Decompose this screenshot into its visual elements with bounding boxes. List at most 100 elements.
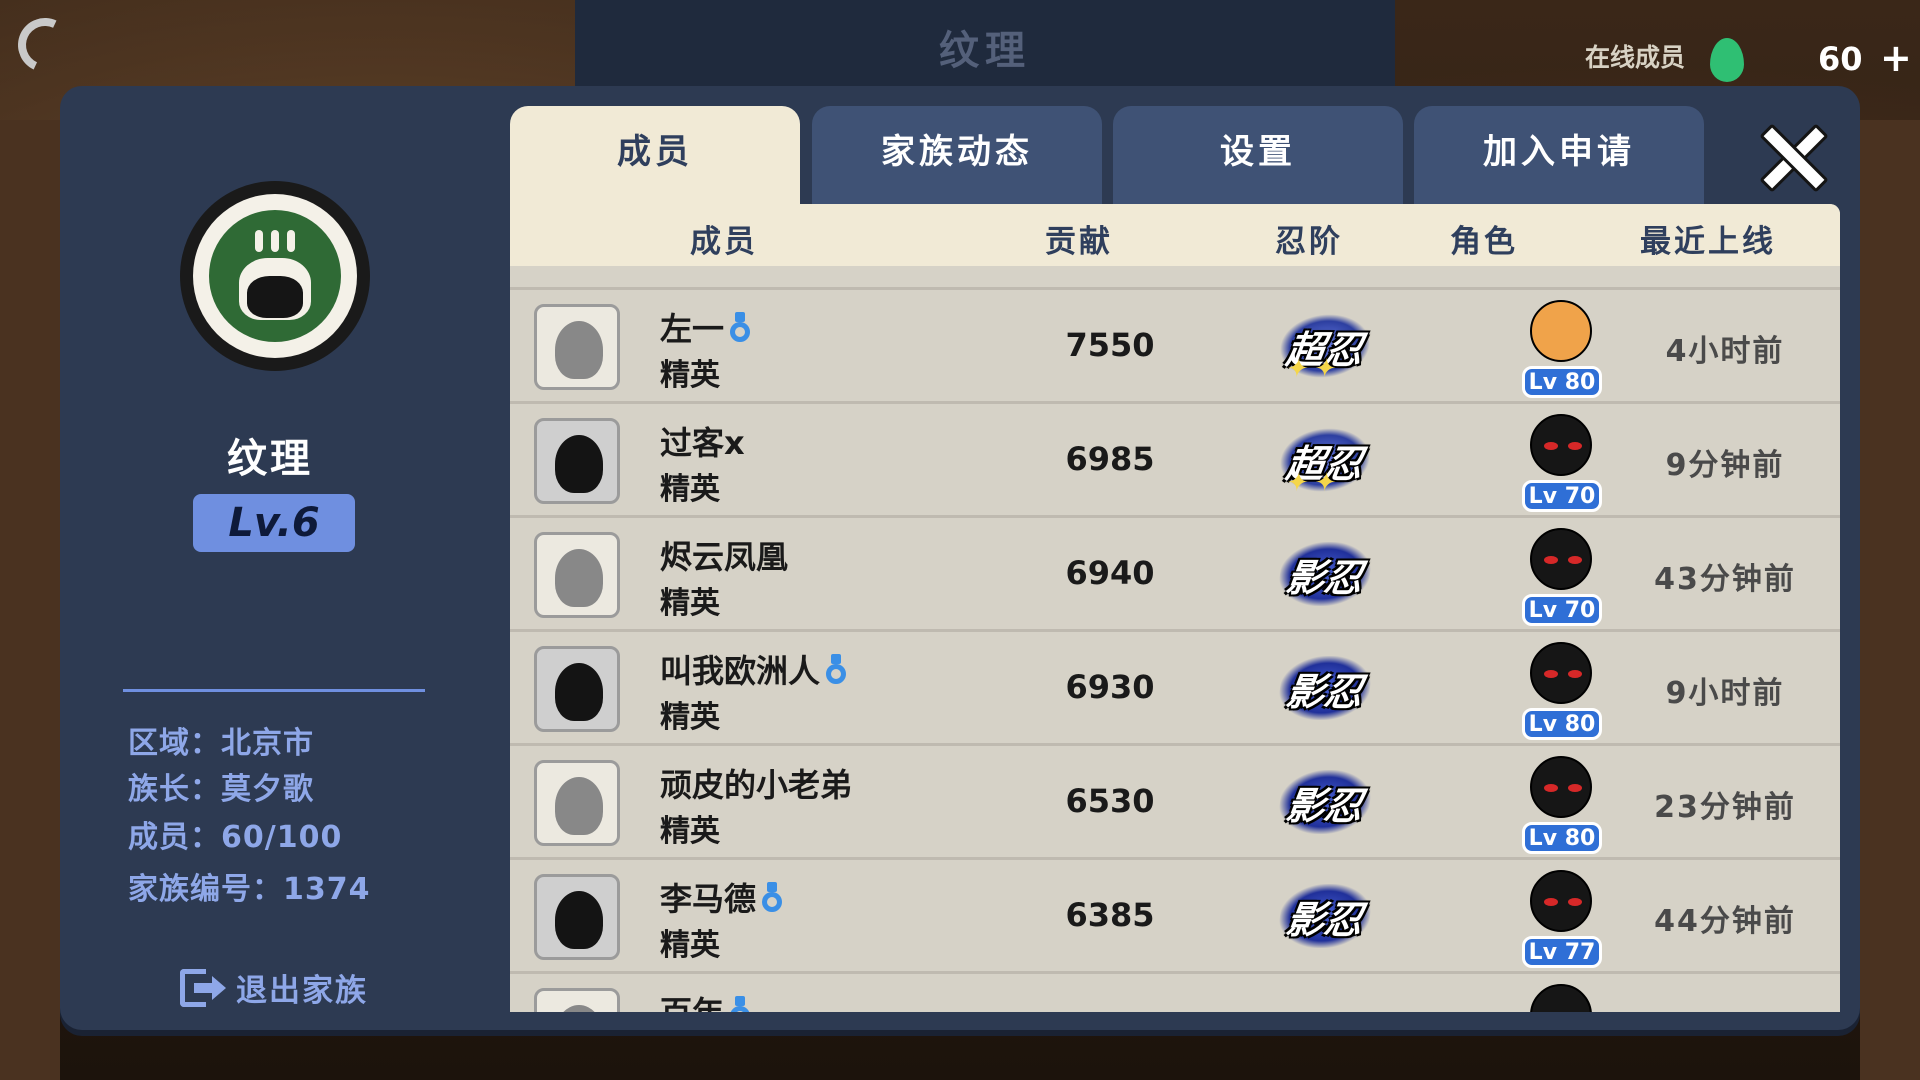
member-name: 烬云凤凰 xyxy=(660,538,789,576)
clan-level-badge: Lv.6 xyxy=(193,494,355,552)
ninja-rank-badge: 超忍 xyxy=(1275,314,1375,378)
header-role: 角色 xyxy=(1450,224,1518,260)
exit-icon xyxy=(180,968,226,1007)
member-last-online: 23分钟前 xyxy=(1654,790,1796,825)
member-name: 李马德 xyxy=(660,880,757,918)
member-name-cell: 李马德 xyxy=(660,874,783,920)
member-name: 顽皮的小老弟 xyxy=(660,766,853,804)
table-row[interactable]: 顽皮的小老弟 精英 6530 影忍 Lv 80 23分钟前 xyxy=(510,746,1840,860)
tab-settings[interactable]: 设置 xyxy=(1113,106,1403,206)
role-level-badge: Lv 70 xyxy=(1522,594,1602,626)
male-icon xyxy=(762,882,783,912)
ninja-rank-badge: 影忍 xyxy=(1275,770,1375,834)
member-avatar[interactable] xyxy=(534,988,620,1012)
background-pillar xyxy=(1860,120,1920,1080)
role-portrait: Lv 77 xyxy=(1522,866,1602,970)
member-avatar[interactable] xyxy=(534,418,620,504)
member-rank: 精英 xyxy=(660,700,720,735)
table-row[interactable]: 叫我欧洲人精英 6930 影忍 Lv 80 9小时前 xyxy=(510,632,1840,746)
tab-join-requests[interactable]: 加入申请 xyxy=(1414,106,1704,206)
role-portrait: Lv 80 xyxy=(1522,638,1602,742)
role-portrait: Lv 80 xyxy=(1522,296,1602,400)
member-last-online: 43分钟前 xyxy=(1654,562,1796,597)
member-avatar[interactable] xyxy=(534,532,620,618)
ninja-head-icon xyxy=(1530,528,1592,590)
ninja-rank-badge: 超忍 xyxy=(1275,428,1375,492)
member-contribution: 6940 xyxy=(1065,554,1155,592)
member-avatar[interactable] xyxy=(534,874,620,960)
tab-clan-activity[interactable]: 家族动态 xyxy=(812,106,1102,206)
member-name: 百年 xyxy=(660,988,724,1012)
member-name: 左一 xyxy=(660,310,725,348)
table-row[interactable]: 烬云凤凰精英 6940 影忍 Lv 70 43分钟前 xyxy=(510,518,1840,632)
member-table[interactable]: 成员 贡献 忍阶 角色 最近上线 左一精英 7550 超忍 Lv 80 4小时前过客x 精… xyxy=(510,204,1840,1012)
header-last-online: 最近上线 xyxy=(1640,224,1776,260)
member-count: 60 xyxy=(1818,40,1863,78)
ninja-rank-badge: 影忍 xyxy=(1275,656,1375,720)
tab-members[interactable]: 成员 xyxy=(510,106,800,206)
role-portrait: Lv 70 xyxy=(1522,410,1602,514)
background-title: 纹理 xyxy=(939,28,1031,74)
ninja-head-icon xyxy=(1530,642,1592,704)
role-portrait: Lv 80 xyxy=(1522,752,1602,856)
ninja-rank-badge: 影忍 xyxy=(1275,542,1375,606)
member-rank: 精英 xyxy=(660,472,720,507)
onigiri-icon xyxy=(209,210,341,342)
role-portrait xyxy=(1522,980,1602,1012)
online-members-label: 在线成员 xyxy=(1585,43,1686,72)
male-icon xyxy=(730,996,751,1012)
table-row[interactable]: 过客x 精英 6985 超忍 Lv 70 9分钟前 xyxy=(510,404,1840,518)
table-row[interactable]: 李马德 精英 6385 影忍 Lv 77 44分钟前 xyxy=(510,860,1840,974)
member-name-cell: 过客x xyxy=(660,418,745,464)
background-pillar xyxy=(0,120,60,1080)
role-portrait: Lv 70 xyxy=(1522,524,1602,628)
member-avatar[interactable] xyxy=(534,760,620,846)
table-header: 成员 贡献 忍阶 角色 最近上线 xyxy=(510,204,1840,266)
clan-id: 家族编号：1374 xyxy=(128,872,371,907)
online-indicator-icon xyxy=(1710,38,1744,82)
member-avatar[interactable] xyxy=(534,304,620,390)
member-name-cell: 叫我欧洲人 xyxy=(660,646,847,692)
member-rank: 精英 xyxy=(660,814,720,849)
member-contribution: 6530 xyxy=(1065,782,1155,820)
add-icon[interactable]: + xyxy=(1880,36,1912,80)
ninja-rank-badge: 影忍 xyxy=(1275,884,1375,948)
member-contribution: 6385 xyxy=(1065,896,1155,934)
male-icon xyxy=(730,312,751,342)
clan-member-count: 成员：60/100 xyxy=(128,820,343,855)
role-level-badge: Lv 80 xyxy=(1522,708,1602,740)
member-contribution: 6930 xyxy=(1065,668,1155,706)
role-level-badge: Lv 77 xyxy=(1522,936,1602,968)
member-last-online: 9分钟前 xyxy=(1665,448,1785,483)
table-row[interactable]: 左一精英 7550 超忍 Lv 80 4小时前 xyxy=(510,290,1840,404)
header-member: 成员 xyxy=(690,224,758,260)
member-rank: 精英 xyxy=(660,586,720,621)
clan-region: 区域：北京市 xyxy=(128,726,314,761)
member-name-cell: 百年 xyxy=(660,988,751,1012)
divider xyxy=(123,689,425,692)
header-contribution: 贡献 xyxy=(1045,224,1113,260)
member-rank: 精英 xyxy=(660,928,720,963)
close-button[interactable] xyxy=(1755,120,1825,190)
ninja-head-icon xyxy=(1530,870,1592,932)
leave-clan-label: 退出家族 xyxy=(236,973,368,1009)
ninja-head-icon xyxy=(1530,756,1592,818)
role-level-badge: Lv 80 xyxy=(1522,822,1602,854)
member-name: 过客x xyxy=(660,424,745,462)
ninja-head-icon xyxy=(1530,414,1592,476)
background-title-plate: 纹理 xyxy=(575,0,1395,95)
member-last-online: 9小时前 xyxy=(1665,676,1785,711)
table-row[interactable]: 百年 xyxy=(510,974,1840,1012)
member-name-cell: 顽皮的小老弟 xyxy=(660,760,852,806)
role-level-badge: Lv 80 xyxy=(1522,366,1602,398)
clan-emblem xyxy=(180,181,370,371)
table-row-partial xyxy=(510,266,1840,290)
member-rank: 精英 xyxy=(660,358,720,393)
ninja-head-icon xyxy=(1530,300,1592,362)
member-avatar[interactable] xyxy=(534,646,620,732)
clan-name: 纹理 xyxy=(227,436,313,482)
header-ninja-rank: 忍阶 xyxy=(1275,224,1343,260)
clan-panel: 纹理 Lv.6 区域：北京市 族长：莫夕歌 成员：60/100 家族编号：137… xyxy=(60,86,1860,1030)
ninja-head-icon xyxy=(1530,984,1592,1012)
leave-clan-button[interactable]: 退出家族 xyxy=(180,965,368,1010)
